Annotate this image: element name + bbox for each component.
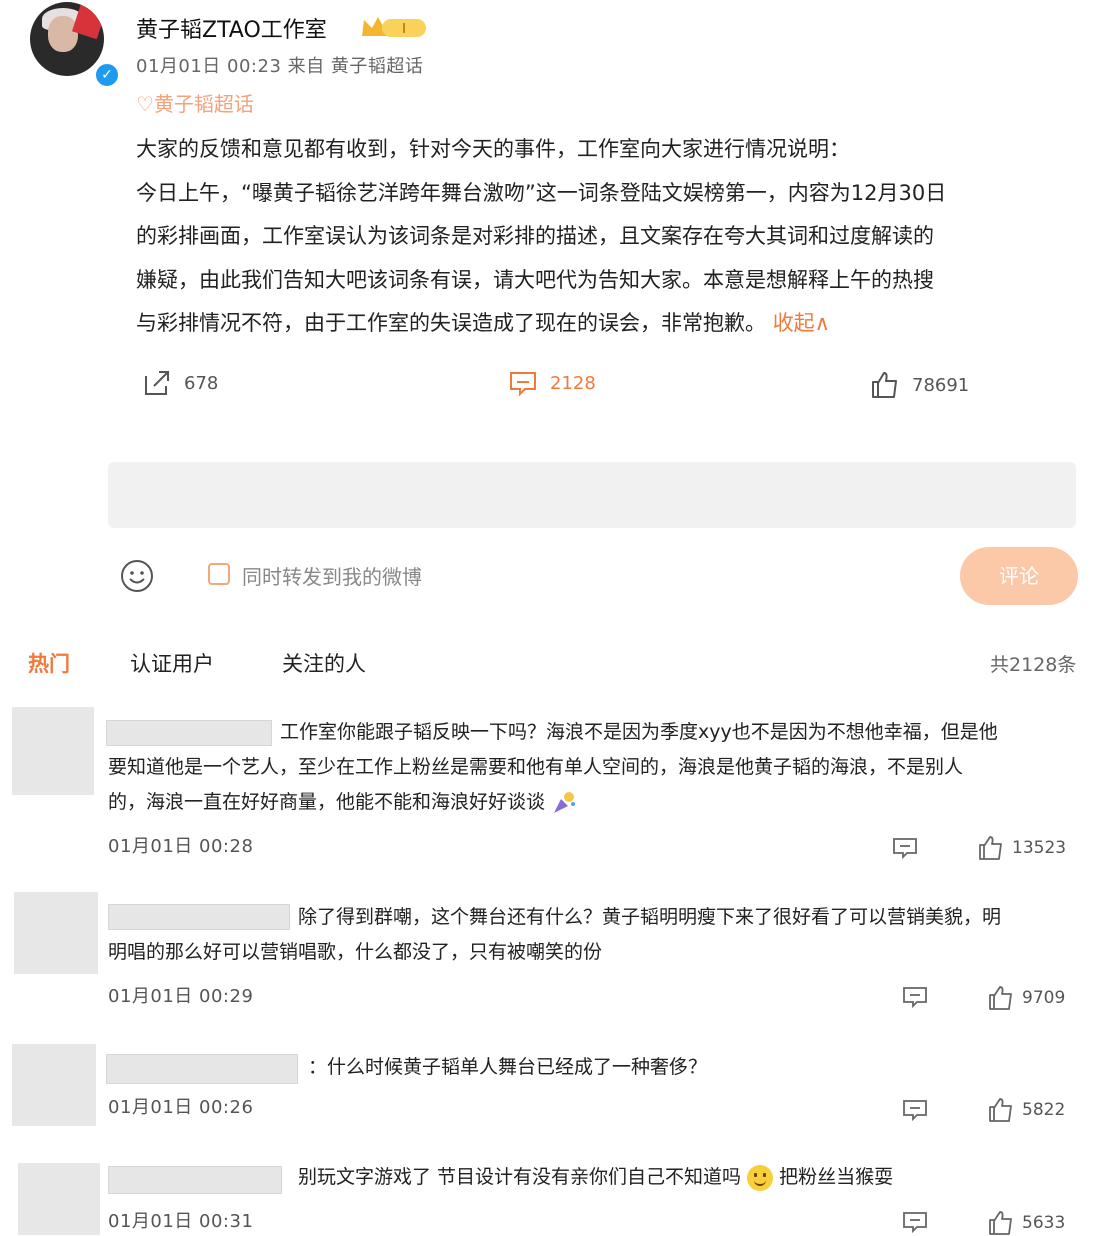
heart-icon: ♡ xyxy=(136,92,154,116)
comment-input[interactable] xyxy=(108,462,1076,528)
commenter-avatar[interactable] xyxy=(18,1163,100,1235)
tab-following[interactable]: 关注的人 xyxy=(282,648,366,678)
comment-like-button[interactable]: 13523 xyxy=(978,835,1066,861)
comment-time: 01月01日 00:26 xyxy=(108,1097,254,1118)
comment-line: 明唱的那么好可以营销唱歌，什么都没了，只有被嘲笑的份 xyxy=(108,941,603,963)
reply-icon[interactable] xyxy=(902,1209,928,1235)
commenter-avatar[interactable] xyxy=(14,892,98,974)
comment-like-count: 9709 xyxy=(1022,988,1066,1008)
comment-line: 要知道他是一个艺人，至少在工作上粉丝是需要和他有单人空间的，海浪是他黄子韬的海浪… xyxy=(108,756,964,778)
comment-icon xyxy=(510,372,536,397)
emoji-icon[interactable] xyxy=(120,559,154,593)
repost-button[interactable]: 678 xyxy=(142,368,218,398)
comment-time: 01月01日 00:29 xyxy=(108,986,254,1007)
author-name[interactable]: 黄子韬ZTAO工作室 xyxy=(136,12,327,44)
comment-like-button[interactable]: 9709 xyxy=(988,985,1065,1011)
post-line: 嫌疑，由此我们告知大吧该词条有误，请大吧代为告知大家。本意是想解释上午的热搜 xyxy=(136,267,934,292)
reply-icon[interactable] xyxy=(902,1097,928,1123)
post-line-text: 与彩排情况不符，由于工作室的失误造成了现在的误会，非常抱歉。 xyxy=(136,311,766,335)
repost-checkbox[interactable] xyxy=(208,563,230,585)
post-line: 大家的反馈和意见都有收到，针对今天的事件，工作室向大家进行情况说明： xyxy=(136,137,850,161)
reply-icon[interactable] xyxy=(892,835,918,861)
supertopic-label: 黄子韬超话 xyxy=(153,92,254,116)
comment-line: 别玩文字游戏了 节目设计有没有亲你们自己不知道吗 xyxy=(298,1166,742,1188)
repost-count: 678 xyxy=(184,372,219,394)
comment-text: 别玩文字游戏了 节目设计有没有亲你们自己不知道吗 把粉丝当猴耍 xyxy=(298,1160,893,1195)
comment-like-button[interactable]: 5822 xyxy=(988,1097,1065,1123)
submit-comment-button[interactable]: 评论 xyxy=(960,547,1078,605)
comment-text: 工作室你能跟子韬反映一下吗？海浪不是因为季度xyy也不是因为不想他幸福，但是他 … xyxy=(108,715,1088,820)
like-count: 78691 xyxy=(912,374,970,396)
share-icon xyxy=(145,371,169,395)
comment-text: ：什么时候黄子韬单人舞台已经成了一种奢侈？ xyxy=(308,1050,707,1085)
post-body: 大家的反馈和意见都有收到，针对今天的事件，工作室向大家进行情况说明： 今日上午，… xyxy=(136,128,1076,346)
repost-checkbox-label: 同时转发到我的微博 xyxy=(242,565,422,589)
tab-hot[interactable]: 热门 xyxy=(28,648,70,678)
comment-like-count: 5822 xyxy=(1022,1100,1066,1120)
smile-emoji-icon xyxy=(747,1164,774,1191)
commenter-name-redacted[interactable] xyxy=(108,1166,282,1194)
comment-text: 除了得到群嘲，这个舞台还有什么？黄子韬明明瘦下来了很好看了可以营销美貌，明 明唱… xyxy=(108,900,1088,970)
author-avatar[interactable] xyxy=(30,2,104,76)
comment-count: 2128 xyxy=(550,372,596,394)
comment-time: 01月01日 00:31 xyxy=(108,1211,254,1232)
thumbs-up-icon xyxy=(989,1098,1012,1122)
post-line: 今日上午，“曝黄子韬徐艺洋跨年舞台激吻”这一词条登陆文娱榜第一，内容为12月30… xyxy=(136,180,947,205)
commenter-avatar[interactable] xyxy=(12,1044,96,1126)
commenter-avatar[interactable] xyxy=(12,707,94,795)
comment-time: 01月01日 00:28 xyxy=(108,836,254,857)
tab-verified-users[interactable]: 认证用户 xyxy=(130,648,214,678)
vip-crown-icon: I xyxy=(362,17,426,37)
thumbs-up-icon xyxy=(872,372,897,398)
svg-text:I: I xyxy=(402,22,406,37)
comment-like-count: 5633 xyxy=(1022,1213,1066,1233)
thumbs-up-icon xyxy=(989,1211,1012,1235)
party-emoji-icon xyxy=(554,791,576,813)
comment-line: 把粉丝当猴耍 xyxy=(779,1166,894,1188)
like-button[interactable]: 78691 xyxy=(870,370,969,400)
comment-line: 工作室你能跟子韬反映一下吗？海浪不是因为季度xyy也不是因为不想他幸福，但是他 xyxy=(280,721,998,743)
reply-icon[interactable] xyxy=(902,984,928,1010)
supertopic-tag[interactable]: ♡黄子韬超话 xyxy=(136,88,254,117)
comment-like-button[interactable]: 5633 xyxy=(988,1210,1065,1236)
comment-button[interactable]: 2128 xyxy=(508,368,596,398)
comment-line: 的，海浪一直在好好商量，他能不能和海浪好好谈谈 xyxy=(108,791,546,813)
verified-badge-icon: ✓ xyxy=(94,62,120,88)
comment-like-count: 13523 xyxy=(1012,838,1067,858)
comment-total: 共2128条 xyxy=(990,654,1077,676)
post-line: 的彩排画面，工作室误认为该词条是对彩排的描述，且文案存在夸大其词和过度解读的 xyxy=(136,224,934,248)
thumbs-up-icon xyxy=(989,986,1012,1010)
commenter-name-redacted[interactable] xyxy=(106,1054,298,1084)
post-line: 与彩排情况不符，由于工作室的失误造成了现在的误会，非常抱歉。 收起∧ xyxy=(136,302,1076,346)
comment-line: ：什么时候黄子韬单人舞台已经成了一种奢侈？ xyxy=(308,1056,708,1078)
thumbs-up-icon xyxy=(979,836,1002,860)
post-meta: 01月01日 00:23 来自 黄子韬超话 xyxy=(136,56,424,77)
collapse-link[interactable]: 收起∧ xyxy=(773,311,830,335)
comment-line: 除了得到群嘲，这个舞台还有什么？黄子韬明明瘦下来了很好看了可以营销美貌，明 xyxy=(298,906,1002,928)
